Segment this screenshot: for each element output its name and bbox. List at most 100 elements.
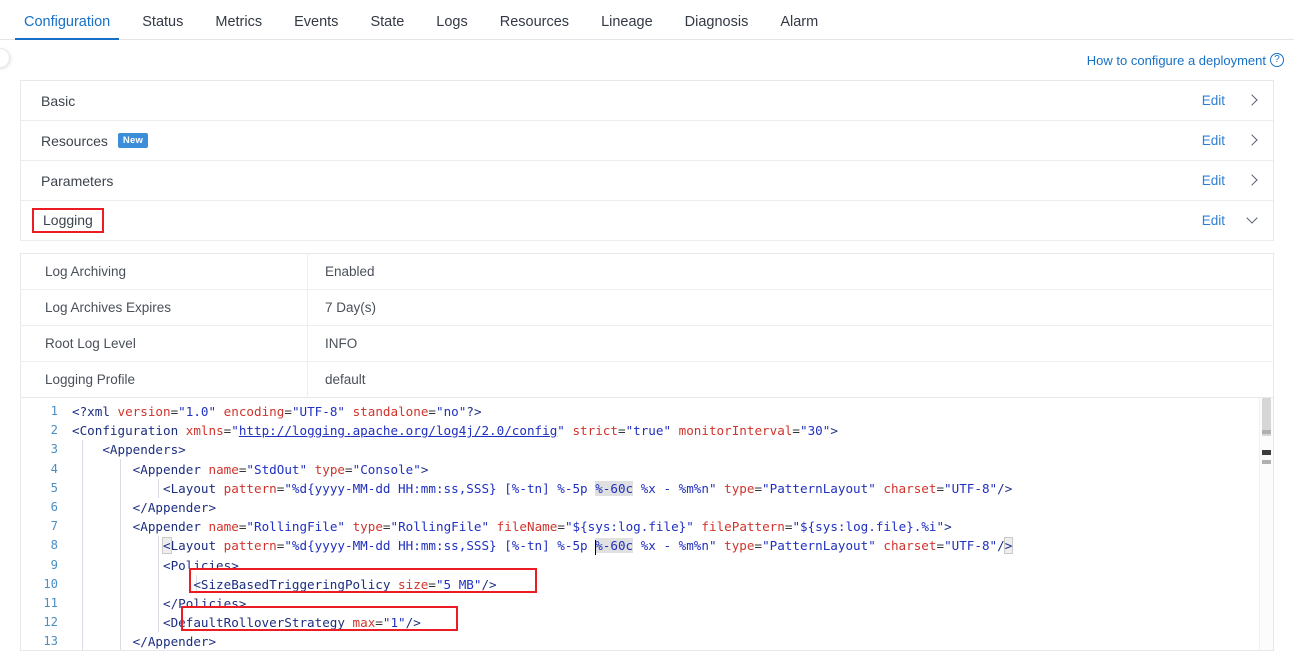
accordion-row-parameters-right: Edit [1202,173,1259,188]
logging-details-table: Log Archiving Enabled Log Archives Expir… [20,253,1274,398]
accordion-row-parameters[interactable]: Parameters Edit [21,161,1273,201]
accordion-row-resources-right: Edit [1202,133,1259,148]
table-row: Root Log Level INFO [20,325,1274,362]
detail-key: Log Archiving [20,253,308,290]
tab-alarm[interactable]: Alarm [764,14,834,40]
new-badge: New [117,133,149,148]
tab-logs[interactable]: Logs [420,14,483,40]
bracket-match-open: < [162,537,172,555]
code-line-text: </Appender> [72,499,217,515]
tab-events[interactable]: Events [278,14,354,40]
log4j-xml-editor[interactable]: 1 <?xml version="1.0" encoding="UTF-8" s… [20,398,1274,651]
accordion-row-logging-left: Logging [32,207,104,234]
tab-resources[interactable]: Resources [484,14,585,40]
accordion-title-basic: Basic [41,92,76,109]
code-line-text: <DefaultRolloverStrategy max="1"/> [72,615,421,631]
detail-key: Log Archives Expires [20,289,308,326]
code-line: 12 <DefaultRolloverStrategy max="1"/> [21,613,1259,632]
highlighted-token: %-60c [595,480,634,496]
question-circle-icon[interactable]: ? [1270,53,1284,67]
accordion-title-resources: Resources [41,132,108,149]
code-line: 11 </Policies> [21,594,1259,613]
code-line-text: <Policies> [72,557,239,573]
tab-status[interactable]: Status [126,14,199,40]
code-line-text: <?xml version="1.0" encoding="UTF-8" sta… [72,404,482,419]
code-line: 13 </Appender> [21,632,1259,650]
code-line-text: </Policies> [72,595,247,611]
line-number: 5 [50,480,58,495]
line-number: 3 [50,442,58,457]
line-number: 6 [50,499,58,514]
code-line-text: <Configuration xmlns="http://logging.apa… [72,423,838,439]
accordion-row-logging-right: Edit [1202,213,1259,228]
accordion-row-basic-left: Basic [41,93,75,109]
accordion-row-logging[interactable]: Logging Edit [21,201,1273,241]
chevron-right-icon[interactable] [1247,175,1259,187]
line-number: 7 [50,519,58,534]
help-row: How to configure a deployment ? [0,40,1294,80]
scrollbar-marker [1262,460,1271,464]
text-cursor [595,540,597,556]
edit-button-parameters[interactable]: Edit [1202,173,1225,188]
line-number: 9 [50,557,58,572]
tab-state[interactable]: State [354,14,420,40]
code-line: 3 <Appenders> [21,440,1259,459]
accordion-row-resources[interactable]: Resources New Edit [21,121,1273,161]
accordion-row-basic-right: Edit [1202,93,1259,108]
table-row: Logging Profile default [20,361,1274,398]
code-line: 2 <Configuration xmlns="http://logging.a… [21,421,1259,440]
how-to-configure-deployment-link[interactable]: How to configure a deployment ? [1087,53,1284,68]
tab-metrics[interactable]: Metrics [199,14,278,40]
code-line: 10 <SizeBasedTriggeringPolicy size="5 MB… [21,575,1259,594]
tab-configuration[interactable]: Configuration [8,14,126,40]
detail-value: Enabled [307,253,1274,290]
detail-value: INFO [307,325,1274,362]
help-link-label: How to configure a deployment [1086,52,1266,68]
scrollbar-marker-current [1262,450,1271,455]
code-line: 7 <Appender name="RollingFile" type="Rol… [21,517,1259,536]
code-line: 5 <Layout pattern="%d{yyyy-MM-dd HH:mm:s… [21,479,1259,498]
accordion-row-resources-left: Resources New [41,132,149,149]
code-line-text: <Appenders> [72,442,186,458]
edit-button-basic[interactable]: Edit [1202,93,1225,108]
line-number: 4 [50,461,58,476]
chevron-right-icon[interactable] [1247,135,1259,147]
table-row: Log Archiving Enabled [20,253,1274,290]
accordion-row-basic[interactable]: Basic Edit [21,81,1273,121]
detail-value: default [325,372,366,387]
code-line-text: </Appender> [72,634,217,650]
code-line: 4 <Appender name="StdOut" type="Console"… [21,460,1259,479]
detail-key: Logging Profile [20,361,308,398]
line-number: 8 [50,538,58,553]
code-vertical-scrollbar[interactable] [1259,398,1273,650]
logging-details-wrap: Log Archiving Enabled Log Archives Expir… [0,241,1294,398]
code-line-text: <Appender name="RollingFile" type="Rolli… [72,519,952,535]
code-line-text: <Layout pattern="%d{yyyy-MM-dd HH:mm:ss,… [162,537,1014,556]
chevron-right-icon[interactable] [1247,95,1259,107]
edit-button-resources[interactable]: Edit [1202,133,1225,148]
code-line-active: 8 <Layout pattern="%d{yyyy-MM-dd HH:mm:s… [21,536,1259,556]
accordion-row-parameters-left: Parameters [41,173,113,189]
line-number: 11 [43,595,58,610]
table-row: Log Archives Expires 7 Day(s) [20,289,1274,326]
bracket-match-close: > [1003,537,1014,555]
line-number: 10 [43,576,58,591]
code-line-text: <SizeBasedTriggeringPolicy size="5 MB"/> [72,576,497,592]
scrollbar-marker [1262,430,1271,434]
line-number: 12 [43,615,58,630]
tab-diagnosis[interactable]: Diagnosis [669,14,765,40]
code-line-text: <Layout pattern="%d{yyyy-MM-dd HH:mm:ss,… [72,480,1013,496]
accordion-title-parameters: Parameters [41,172,114,189]
line-number: 13 [43,634,58,649]
configuration-accordion: Basic Edit Resources New Edit Parameters… [20,80,1274,241]
line-number: 2 [50,423,58,438]
code-scroll-area[interactable]: 1 <?xml version="1.0" encoding="UTF-8" s… [21,398,1259,650]
code-line-text: <Appender name="StdOut" type="Console"> [72,461,429,477]
log4j-schema-link[interactable]: http://logging.apache.org/log4j/2.0/conf… [239,423,557,438]
code-line: 1 <?xml version="1.0" encoding="UTF-8" s… [21,402,1259,421]
chevron-down-icon[interactable] [1247,215,1259,227]
top-tab-bar: Configuration Status Metrics Events Stat… [0,0,1294,40]
detail-key: Root Log Level [20,325,308,362]
edit-button-logging[interactable]: Edit [1202,213,1225,228]
tab-lineage[interactable]: Lineage [585,14,669,40]
